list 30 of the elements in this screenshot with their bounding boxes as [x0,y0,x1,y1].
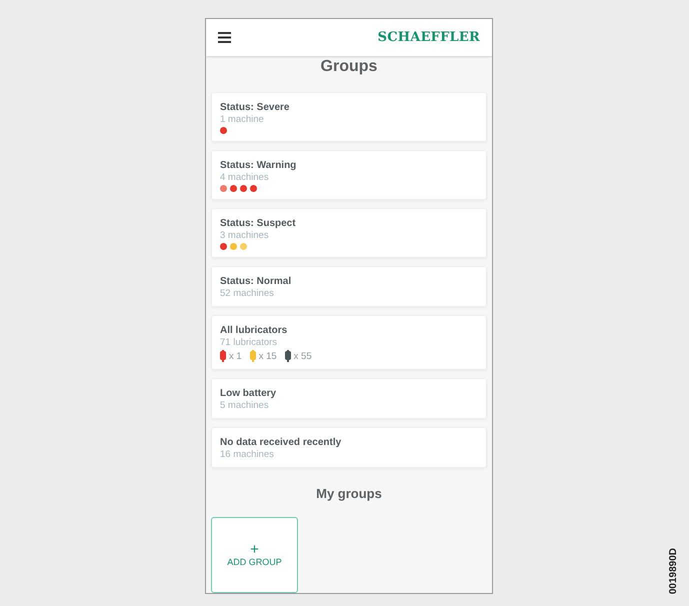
group-card[interactable]: Low battery 5 machines [211,378,487,419]
figure-number: 0019890D [668,548,679,594]
lubricator-count: x 15 [258,350,277,362]
group-count: 71 lubricators [220,337,278,348]
group-card[interactable]: Status: Severe 1 machine [211,92,487,142]
group-name: No data received recently [220,437,342,448]
group-count: 4 machines [220,172,270,183]
group-name: Status: Severe [220,102,290,113]
group-count: 1 machine [220,114,265,125]
group-count: 52 machines [220,288,275,299]
add-group-button[interactable]: + ADD GROUP [211,517,298,593]
group-card[interactable]: No data received recently 16 machines [211,427,487,468]
group-count: 3 machines [220,230,270,241]
section-title: My groups [315,486,383,501]
brand-logo: SCHAEFFLER [378,30,480,45]
page-title: Groups [320,58,378,76]
lubricator-count: x 1 [229,350,242,362]
group-card[interactable]: Status: Normal 52 machines [211,266,487,307]
group-card[interactable]: Status: Warning 4 machines [211,150,487,200]
group-name: Low battery [220,388,278,399]
group-name: All lubricators [220,325,288,336]
group-name: Status: Normal [220,276,292,287]
group-card[interactable]: Status: Suspect 3 machines [211,208,487,258]
group-name: Status: Warning [220,160,298,171]
group-name: Status: Suspect [220,218,297,229]
menu-icon[interactable] [218,32,231,43]
group-card[interactable]: All lubricators 71 lubricators x 1 x 15 x 55 [211,315,487,370]
group-count: 5 machines [220,400,270,411]
lubricator-count: x 55 [294,350,312,362]
group-count: 16 machines [220,449,275,460]
